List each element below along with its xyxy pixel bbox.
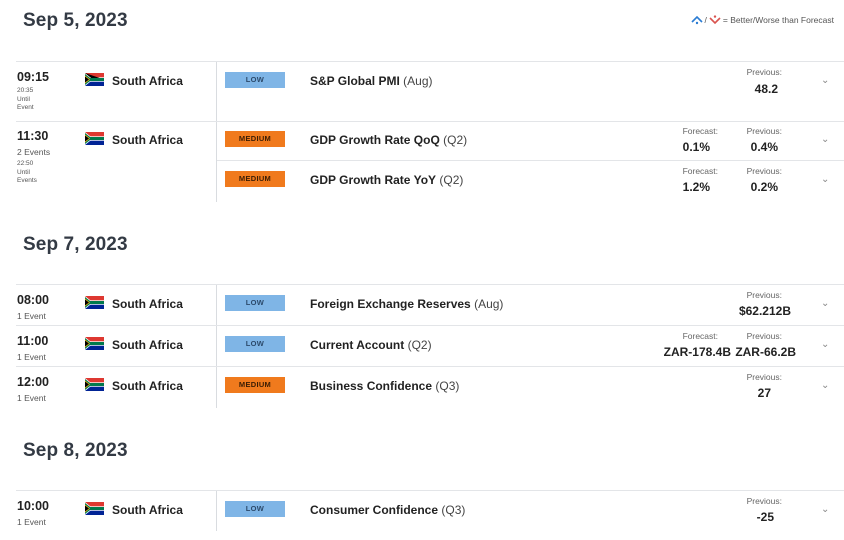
chevron-down-icon[interactable]: ⌄ [821, 298, 829, 309]
until-label: Event [17, 104, 34, 111]
forecast-label: Forecast: [682, 166, 718, 176]
chevron-down-icon[interactable]: ⌄ [821, 504, 829, 515]
row-divider [16, 366, 844, 367]
country-name: South Africa [112, 503, 183, 517]
event-count: 2 Events [17, 147, 51, 157]
date-heading: Sep 8, 2023 [23, 440, 128, 461]
south-africa-flag-icon [85, 73, 104, 86]
until-time: 20:35 [17, 87, 34, 94]
previous-value: ZAR-66.2B [735, 345, 796, 359]
impact-badge: MEDIUM [225, 171, 285, 187]
event-name[interactable]: GDP Growth Rate YoY (Q2) [310, 173, 463, 187]
country-name: South Africa [112, 379, 183, 393]
row-divider [16, 121, 844, 122]
chevron-down-icon[interactable]: ⌄ [821, 339, 829, 350]
impact-badge: LOW [225, 501, 285, 517]
event-name[interactable]: Current Account (Q2) [310, 338, 432, 352]
south-africa-flag-icon [85, 378, 104, 391]
previous-value: 0.4% [750, 140, 778, 154]
until-label: Until [17, 169, 31, 176]
event-name[interactable]: S&P Global PMI (Aug) [310, 74, 432, 88]
forecast-label: Forecast: [682, 126, 718, 136]
impact-badge: LOW [225, 295, 285, 311]
previous-label: Previous: [746, 290, 782, 300]
event-time: 11:30 [17, 129, 49, 143]
impact-badge: MEDIUM [225, 131, 285, 147]
column-divider [216, 491, 217, 531]
row-divider [16, 325, 844, 326]
country-name: South Africa [112, 338, 183, 352]
event-count: 1 Event [17, 517, 46, 527]
previous-value: $62.212B [738, 304, 791, 318]
chevron-down-icon[interactable]: ⌄ [821, 174, 829, 185]
until-label: Until [17, 96, 31, 103]
legend-text: = Better/Worse than Forecast [722, 15, 834, 25]
previous-label: Previous: [746, 496, 782, 506]
event-name[interactable]: GDP Growth Rate QoQ (Q2) [310, 133, 467, 147]
forecast-label: Forecast: [682, 331, 718, 341]
date-heading: Sep 7, 2023 [23, 234, 128, 255]
previous-label: Previous: [746, 372, 782, 382]
previous-label: Previous: [746, 166, 782, 176]
previous-value: 48.2 [754, 82, 778, 96]
previous-label: Previous: [746, 67, 782, 77]
south-africa-flag-icon [85, 337, 104, 350]
column-divider [216, 62, 217, 202]
impact-badge: LOW [225, 72, 285, 88]
event-time: 08:00 [17, 293, 49, 307]
row-divider [16, 61, 844, 62]
until-label: Events [17, 177, 37, 184]
previous-label: Previous: [746, 331, 782, 341]
date-heading: Sep 5, 2023 [23, 10, 128, 31]
previous-value: 27 [757, 386, 771, 400]
country-name: South Africa [112, 297, 183, 311]
event-time: 12:00 [17, 375, 49, 389]
row-divider [16, 284, 844, 285]
event-name[interactable]: Business Confidence (Q3) [310, 379, 459, 393]
country-name: South Africa [112, 74, 183, 88]
south-africa-flag-icon [85, 132, 104, 145]
event-name[interactable]: Consumer Confidence (Q3) [310, 503, 465, 517]
row-divider [217, 160, 844, 161]
previous-label: Previous: [746, 126, 782, 136]
country-name: South Africa [112, 133, 183, 147]
south-africa-flag-icon [85, 502, 104, 515]
event-time: 10:00 [17, 499, 49, 513]
chevron-down-icon[interactable]: ⌄ [821, 75, 829, 86]
impact-badge: LOW [225, 336, 285, 352]
event-time: 11:00 [17, 334, 49, 348]
row-divider [16, 490, 844, 491]
event-time: 09:15 [17, 70, 49, 84]
previous-value: 0.2% [750, 180, 778, 194]
impact-badge: MEDIUM [225, 377, 285, 393]
previous-value: -25 [756, 510, 774, 524]
column-divider [216, 285, 217, 408]
event-count: 1 Event [17, 311, 46, 321]
event-count: 1 Event [17, 393, 46, 403]
south-africa-flag-icon [85, 296, 104, 309]
event-name[interactable]: Foreign Exchange Reserves (Aug) [310, 297, 503, 311]
worse-arrow-icon [709, 15, 721, 25]
chevron-down-icon[interactable]: ⌄ [821, 134, 829, 145]
event-count: 1 Event [17, 352, 46, 362]
until-time: 22:50 [17, 160, 34, 167]
chevron-down-icon[interactable]: ⌄ [821, 380, 829, 391]
forecast-legend: / = Better/Worse than Forecast [690, 15, 834, 25]
better-arrow-icon [690, 15, 703, 25]
